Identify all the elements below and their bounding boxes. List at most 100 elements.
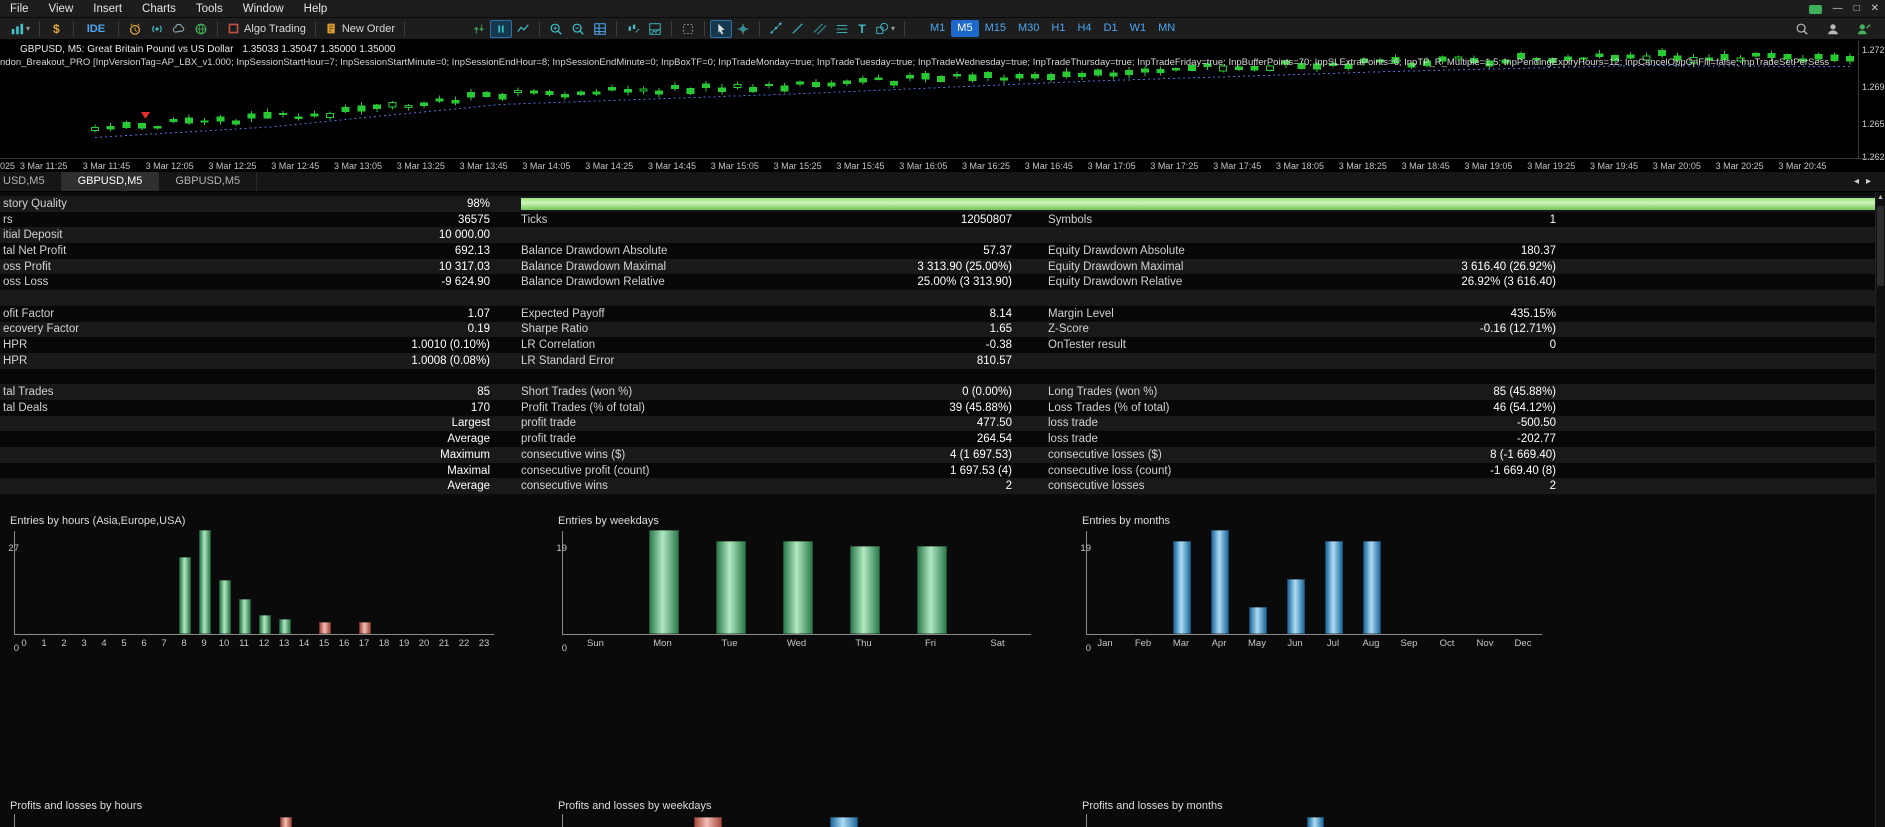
menu-tools[interactable]: Tools: [186, 0, 233, 18]
report-cell: ecovery Factor0.19: [3, 322, 490, 338]
backtest-report: story Quality98%rs36575Ticks12050807Symb…: [0, 192, 1885, 827]
report-cell: Loss Trades (% of total)46 (54.12%): [1048, 400, 1556, 416]
horizontal-lines-button[interactable]: [831, 20, 853, 38]
stat-label: profit trade: [521, 433, 576, 445]
toolbar: ▾ $ IDE Algo Trading New Order: [0, 18, 1885, 40]
tab-3[interactable]: GBPUSD,M5: [159, 172, 257, 191]
toolbar-right: [1791, 20, 1879, 38]
globe-icon: [194, 22, 208, 36]
trendline-points-button[interactable]: [765, 20, 787, 38]
crosshair-icon: [736, 22, 750, 36]
indicators-button[interactable]: [622, 20, 644, 38]
horizontal-lines-icon: [835, 22, 849, 36]
partial-bar: [830, 817, 858, 827]
menu-file[interactable]: File: [0, 0, 39, 18]
menu-charts[interactable]: Charts: [132, 0, 186, 18]
line-with-dots-icon: [769, 22, 783, 36]
time-label: 3 Mar 14:05: [522, 161, 570, 171]
bar-May: [1249, 607, 1267, 634]
report-cell: HPR1.0010 (0.10%): [3, 337, 490, 353]
select-region-button[interactable]: [677, 20, 699, 38]
report-cell: consecutive losses2: [1048, 478, 1556, 494]
tab-prev-button[interactable]: ◂: [1854, 173, 1859, 191]
market-watch-button[interactable]: $: [45, 20, 68, 38]
tab-2[interactable]: GBPUSD,M5: [62, 172, 160, 191]
timeframe-d1[interactable]: D1: [1098, 20, 1124, 37]
channel-button[interactable]: [809, 20, 831, 38]
stat-value: 26.92% (3 616.40): [1461, 276, 1556, 288]
report-cell: Z-Score-0.16 (12.71%): [1048, 322, 1556, 338]
x-tick-label: 16: [334, 638, 354, 649]
divider: [315, 21, 316, 36]
grid-button[interactable]: [589, 20, 611, 38]
stat-label: tal Deals: [3, 402, 48, 414]
report-scrollbar[interactable]: ▲: [1875, 192, 1885, 827]
price-scale[interactable]: 1.272601.269251.265901.26255: [1858, 40, 1885, 158]
menubar-items: FileViewInsertChartsToolsWindowHelp: [0, 0, 337, 18]
x-tick-label: Wed: [763, 638, 830, 649]
x-tick-label: 13: [274, 638, 294, 649]
timeframe-m15[interactable]: M15: [979, 20, 1012, 37]
menu-view[interactable]: View: [39, 0, 84, 18]
report-row: tal Trades85Short Trades (won %)0 (0.00%…: [0, 384, 1875, 400]
broadcast-icon: [150, 22, 164, 36]
chart-ohlc: 1.35033 1.35047 1.35000 1.35000: [242, 44, 395, 55]
pause-button[interactable]: [490, 20, 512, 38]
scroll-up-arrow[interactable]: ▲: [1876, 194, 1885, 201]
stat-label: profit trade: [521, 417, 576, 429]
tick-chart-button[interactable]: [512, 20, 534, 38]
bar-Thu: [850, 546, 880, 634]
algo-trading-button[interactable]: Algo Trading: [223, 20, 310, 38]
maximize-button[interactable]: □: [1854, 0, 1860, 18]
scrollbar-thumb[interactable]: [1877, 206, 1884, 286]
cloud-sync-button[interactable]: [168, 20, 190, 38]
close-button[interactable]: ✕: [1871, 0, 1879, 18]
new-order-button[interactable]: New Order: [321, 20, 399, 38]
time-axis[interactable]: 0253 Mar 11:253 Mar 11:453 Mar 12:053 Ma…: [0, 158, 1885, 172]
timeframe-w1[interactable]: W1: [1124, 20, 1153, 37]
stat-value: 46 (54.12%): [1493, 402, 1556, 414]
cursor-button[interactable]: [710, 20, 732, 38]
timeframe-h1[interactable]: H1: [1045, 20, 1071, 37]
entries-by-months-chart: Entries by months 19 0 JanFebMarAprMayJu…: [1080, 515, 1580, 660]
community-user-button[interactable]: [1853, 20, 1875, 38]
x-tick-label: Thu: [830, 638, 897, 649]
stat-label: OnTester result: [1048, 339, 1126, 351]
ide-button[interactable]: IDE: [79, 20, 113, 38]
minimize-button[interactable]: —: [1833, 0, 1843, 18]
report-row: HPR1.0010 (0.10%)LR Correlation-0.38OnTe…: [0, 337, 1875, 353]
timeframe-m30[interactable]: M30: [1012, 20, 1045, 37]
account-button[interactable]: [1822, 20, 1844, 38]
timeframe-mn[interactable]: MN: [1152, 20, 1181, 37]
x-tick-label: 21: [434, 638, 454, 649]
zoom-out-button[interactable]: [567, 20, 589, 38]
trendline-button[interactable]: [787, 20, 809, 38]
x-tick-label: Feb: [1124, 638, 1162, 649]
x-tick-label: Sat: [964, 638, 1031, 649]
x-tick-label: 5: [114, 638, 134, 649]
stat-label: loss trade: [1048, 433, 1098, 445]
report-cell: ofit Factor1.07: [3, 306, 490, 322]
timeframe-m5[interactable]: M5: [951, 20, 978, 37]
tab-next-button[interactable]: ▸: [1866, 173, 1871, 191]
stat-label: Margin Level: [1048, 308, 1114, 320]
indicator-window-button[interactable]: [644, 20, 666, 38]
timeframe-m1[interactable]: M1: [924, 20, 951, 37]
text-tool-button[interactable]: T: [853, 20, 871, 38]
new-chart-dropdown[interactable]: ▾: [6, 20, 34, 38]
search-button[interactable]: [1791, 20, 1813, 38]
signals-button[interactable]: [146, 20, 168, 38]
zoom-in-button[interactable]: [545, 20, 567, 38]
community-button[interactable]: [190, 20, 212, 38]
menu-insert[interactable]: Insert: [83, 0, 132, 18]
alerts-button[interactable]: [124, 20, 146, 38]
menu-window[interactable]: Window: [233, 0, 294, 18]
timeframe-h4[interactable]: H4: [1071, 20, 1097, 37]
crosshair-button[interactable]: [732, 20, 754, 38]
stat-value: 810.57: [977, 355, 1012, 367]
trade-arrows-button[interactable]: [468, 20, 490, 38]
chart-title: Entries by hours (Asia,Europe,USA): [10, 515, 185, 527]
tab-1[interactable]: USD,M5: [0, 172, 62, 191]
menu-help[interactable]: Help: [294, 0, 338, 18]
shapes-dropdown[interactable]: ▾: [871, 20, 899, 38]
